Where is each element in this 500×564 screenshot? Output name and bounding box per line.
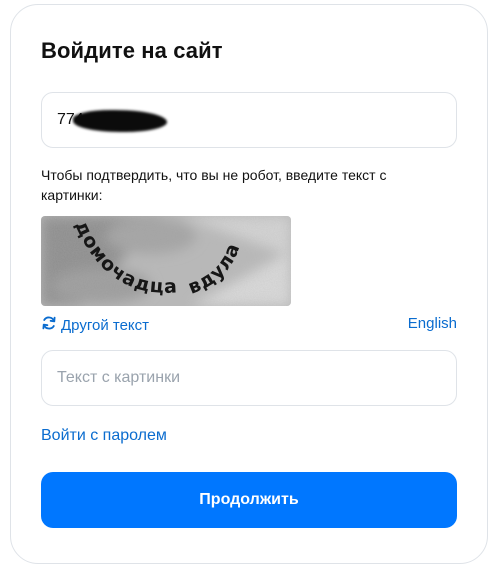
login-with-password-link[interactable]: Войти с паролем bbox=[41, 427, 167, 445]
continue-button[interactable]: Продолжить bbox=[41, 472, 457, 528]
refresh-icon bbox=[41, 315, 57, 335]
captcha-image: домочадца вдула bbox=[41, 216, 291, 306]
language-switch-link[interactable]: English bbox=[408, 315, 457, 332]
captcha-hint: Чтобы подтвердить, что вы не робот, введ… bbox=[41, 167, 387, 203]
redaction-mark bbox=[73, 110, 167, 132]
page-title: Войдите на сайт bbox=[41, 38, 223, 63]
captcha-input[interactable] bbox=[41, 350, 457, 406]
refresh-captcha-link[interactable]: Другой текст bbox=[41, 315, 149, 335]
refresh-label: Другой текст bbox=[61, 316, 150, 334]
login-field[interactable]: 774 bbox=[41, 92, 457, 148]
